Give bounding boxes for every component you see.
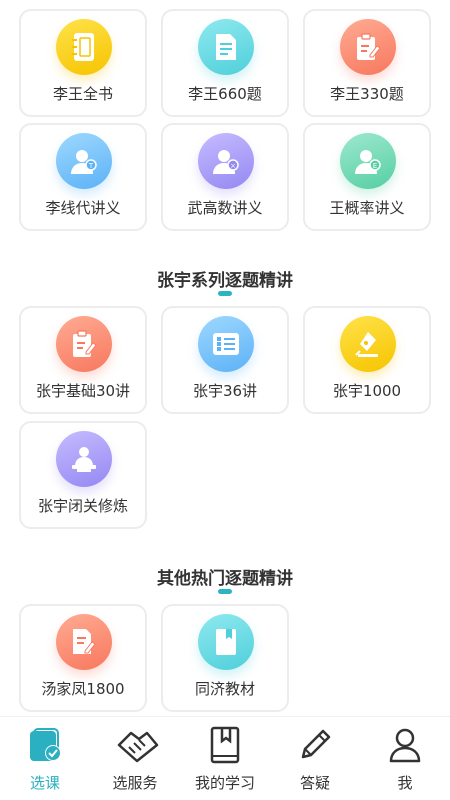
card-label: 李王660题 [188,85,262,103]
section-underline [218,589,232,594]
courses-icon [25,725,65,765]
svg-text:E: E [373,162,377,170]
bottom-tab-bar: 选课 选服务 我的学习 答疑 我 [0,716,450,800]
tab-label: 我 [397,774,413,792]
list-icon [198,316,254,372]
teacher-avatar-icon: E [340,133,396,189]
book-icon [198,614,254,670]
bookmark-book-icon [205,725,245,765]
teacher-avatar-icon: T [56,133,112,189]
tab-label: 选服务 [112,774,158,792]
card-label: 李王全书 [52,85,113,103]
tab-wo[interactable]: 我 [360,717,450,800]
section-underline [218,291,232,296]
card-label: 武高数讲义 [187,199,263,217]
svg-text:T: T [88,162,94,170]
notebook-icon [56,19,112,75]
card-label: 张宇闭关修炼 [37,497,128,515]
tab-wodexuexi[interactable]: 我的学习 [180,717,270,800]
card-label: 张宇基础30讲 [35,382,131,400]
card-label: 同济教材 [194,680,255,698]
handshake-icon [115,725,159,765]
card-label: 李线代讲义 [45,199,121,217]
document-edit-icon [56,614,112,670]
teacher-avatar-icon: × [198,133,254,189]
card-label: 张宇36讲 [192,382,258,400]
svg-text:×: × [230,162,236,170]
section-title-zhangyu: 张宇系列逐题精讲 [157,271,293,291]
tab-label: 答疑 [299,774,330,792]
person-icon [385,725,425,765]
card-label: 李王330题 [330,85,404,103]
pencil-icon [295,725,335,765]
clipboard-edit-icon [340,19,396,75]
section-title-other: 其他热门逐题精讲 [157,569,293,589]
card-zhangyu-jichu30[interactable]: 张宇基础30讲 [19,306,147,414]
card-zhangyu-biguan[interactable]: 张宇闭关修炼 [19,421,147,529]
tab-xuanfuwu[interactable]: 选服务 [90,717,180,800]
tab-label: 我的学习 [194,774,255,792]
course-content: 李王全书 李王660题 李王330题 T 李线代讲义 × 武高数讲义 E 王概率… [0,0,450,716]
tab-xuanke[interactable]: 选课 [0,717,90,800]
card-wang-gailv[interactable]: E 王概率讲义 [303,123,431,231]
card-liwang-330[interactable]: 李王330题 [303,9,431,117]
card-zhangyu-36[interactable]: 张宇36讲 [161,306,289,414]
card-label: 王概率讲义 [329,199,405,217]
card-liwang-quanshu[interactable]: 李王全书 [19,9,147,117]
document-icon [198,19,254,75]
card-liwang-660[interactable]: 李王660题 [161,9,289,117]
card-wu-gaoshu[interactable]: × 武高数讲义 [161,123,289,231]
card-li-xiandai[interactable]: T 李线代讲义 [19,123,147,231]
tab-dayi[interactable]: 答疑 [270,717,360,800]
tab-label: 选课 [29,774,60,792]
card-label: 汤家凤1800 [41,680,125,698]
lecturer-podium-icon [56,431,112,487]
card-zhangyu-1000[interactable]: 张宇1000 [303,306,431,414]
card-label: 张宇1000 [332,382,402,400]
card-tang-1800[interactable]: 汤家凤1800 [19,604,147,712]
clipboard-edit-icon [56,316,112,372]
card-tongji[interactable]: 同济教材 [161,604,289,712]
pen-nib-icon [340,316,396,372]
